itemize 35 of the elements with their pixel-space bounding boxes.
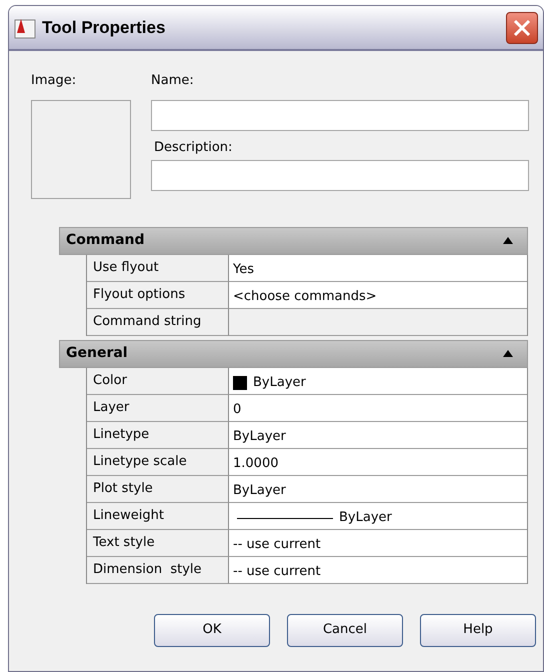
property-name: Linetype scale	[87, 448, 229, 476]
property-name: Use flyout	[87, 254, 229, 282]
property-name: Command string	[87, 308, 229, 336]
description-label: Description:	[154, 138, 234, 156]
property-value[interactable]: ByLayer	[233, 481, 286, 501]
property-name: Text style	[87, 530, 229, 556]
dialog-button[interactable]: Help	[420, 614, 536, 646]
section-header[interactable]: Command	[59, 226, 528, 254]
collapse-icon	[503, 350, 513, 357]
property-name: Dimension style	[87, 556, 229, 584]
property-value[interactable]: ByLayer	[233, 427, 286, 447]
property-name: Layer	[87, 394, 229, 422]
property-value-field[interactable]	[229, 308, 527, 336]
property-name: Linetype	[87, 422, 229, 448]
property-name: Flyout options	[87, 282, 229, 308]
window-title: Tool Properties	[42, 16, 166, 39]
property-value[interactable]: 1.0000	[233, 454, 278, 474]
property-value[interactable]: 0	[233, 400, 242, 420]
property-name: Lineweight	[87, 502, 229, 530]
name-label: Name:	[151, 72, 195, 90]
close-button[interactable]	[506, 12, 538, 44]
property-value[interactable]: ByLayer	[339, 508, 392, 528]
dialog-button[interactable]: Cancel	[287, 614, 403, 646]
property-name: Color	[87, 368, 229, 394]
property-value[interactable]: Yes	[233, 260, 254, 280]
dialog-button[interactable]: OK	[154, 614, 270, 646]
section-header[interactable]: General	[59, 340, 528, 368]
property-name: Plot style	[87, 476, 229, 502]
close-icon	[513, 18, 531, 36]
description-field[interactable]	[151, 160, 529, 191]
app-icon	[14, 16, 36, 38]
collapse-icon	[503, 237, 513, 244]
name-field[interactable]	[151, 100, 529, 130]
property-value[interactable]: ByLayer	[253, 373, 306, 393]
image-label: Image:	[31, 72, 78, 90]
